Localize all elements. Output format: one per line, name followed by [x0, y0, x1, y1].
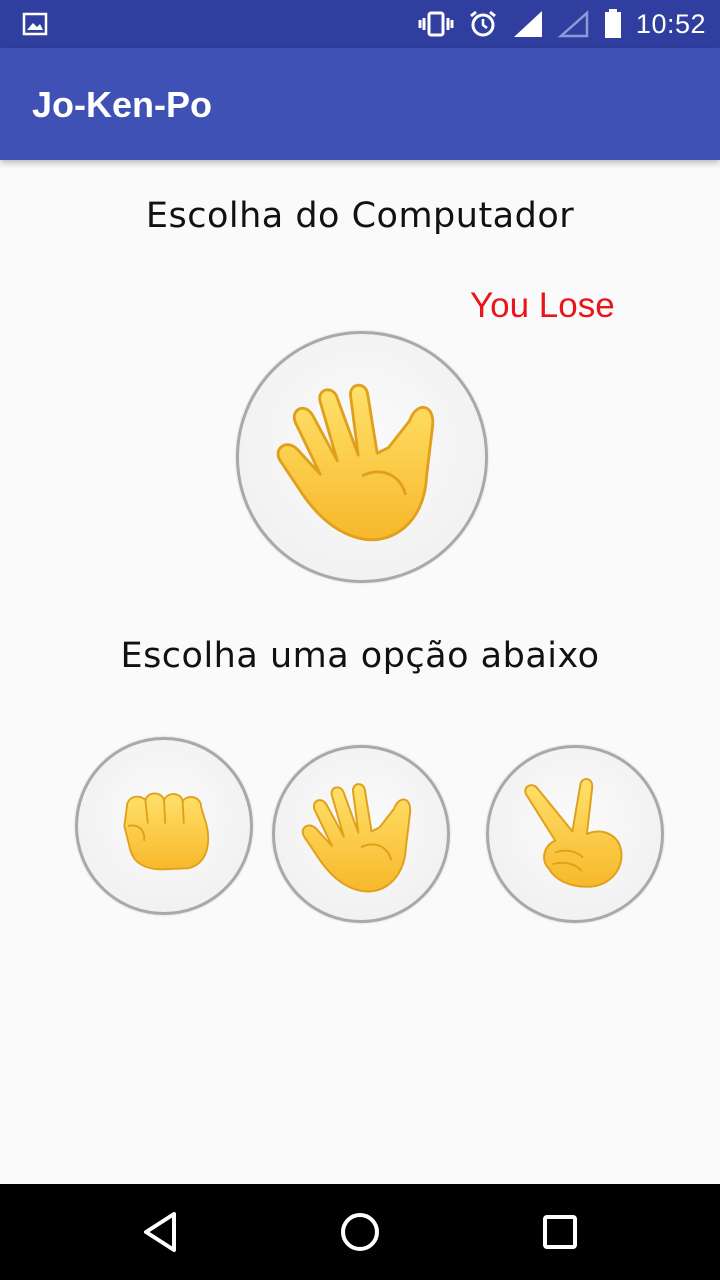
- player-choice-heading: Escolha uma opção abaixo: [120, 636, 600, 676]
- clock: 10:52: [635, 8, 706, 39]
- computer-choice-heading: Escolha do Computador: [145, 196, 575, 236]
- back-icon: [144, 1212, 176, 1252]
- signal-icon: [513, 11, 542, 37]
- signal-empty-icon: [557, 10, 589, 38]
- home-icon: [341, 1213, 379, 1251]
- alarm-icon: [469, 10, 496, 37]
- vibrate-icon: [418, 11, 454, 37]
- fist-icon: [102, 764, 226, 888]
- rock-option-button[interactable]: [75, 737, 253, 915]
- victory-hand-icon: [509, 768, 641, 900]
- open-hand-icon: [267, 362, 457, 552]
- app-bar: Jo-Ken-Po: [0, 48, 720, 160]
- recents-icon: [543, 1215, 577, 1249]
- result-label: You Lose: [470, 286, 615, 325]
- back-button[interactable]: [132, 1204, 188, 1260]
- recents-button[interactable]: [532, 1204, 588, 1260]
- scissors-option-button[interactable]: [486, 745, 664, 923]
- paper-option-button[interactable]: [272, 745, 450, 923]
- status-icons: 10:52: [418, 0, 706, 48]
- gallery-icon: [22, 12, 48, 36]
- computer-choice-image: [236, 331, 488, 583]
- status-bar: 10:52: [0, 0, 720, 48]
- navigation-bar: [0, 1184, 720, 1280]
- app-title: Jo-Ken-Po: [32, 84, 212, 125]
- home-button[interactable]: [332, 1204, 388, 1260]
- open-hand-icon: [295, 768, 427, 900]
- battery-icon: [604, 9, 621, 38]
